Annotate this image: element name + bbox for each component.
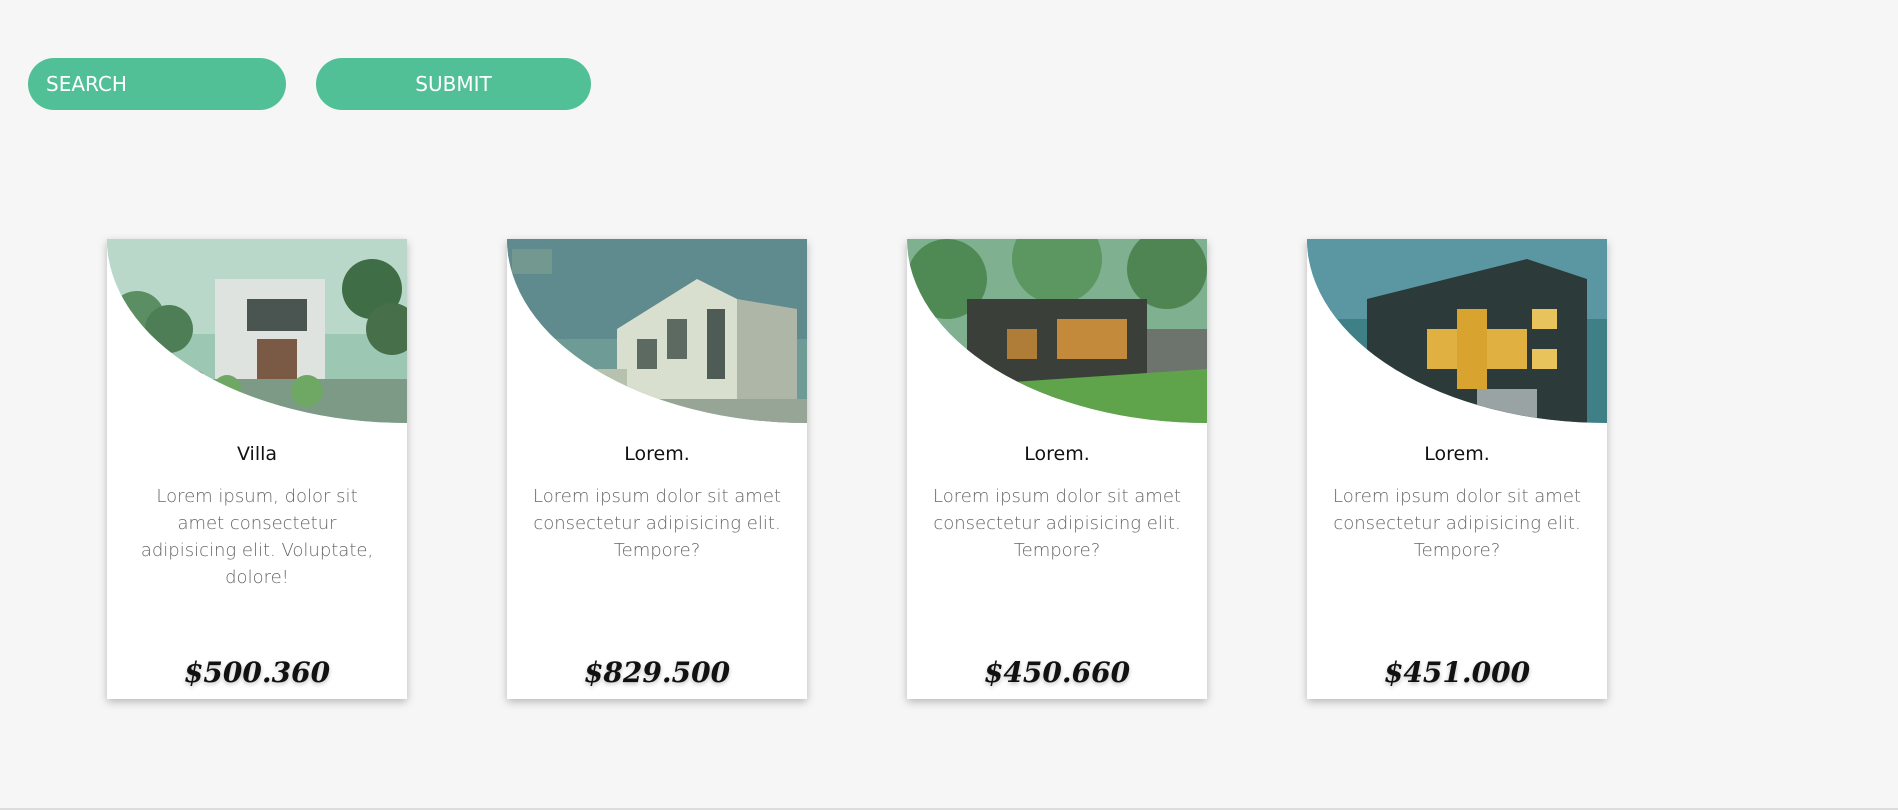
property-card[interactable]: Lorem. Lorem ipsum dolor sit amet consec… [907, 239, 1207, 699]
property-description: Lorem ipsum dolor sit amet consectetur a… [933, 486, 1181, 561]
property-description: Lorem ipsum dolor sit amet consectetur a… [533, 486, 781, 561]
search-input[interactable] [28, 58, 286, 110]
property-card[interactable]: Lorem. Lorem ipsum dolor sit amet consec… [1307, 239, 1607, 699]
property-title: Lorem. [1024, 443, 1090, 465]
property-title: Lorem. [1424, 443, 1490, 465]
property-title: Lorem. [624, 443, 690, 465]
property-card-list: Villa Lorem ipsum, dolor sit amet consec… [107, 239, 1607, 699]
property-description: Lorem ipsum, dolor sit amet consectetur … [140, 486, 374, 588]
submit-button[interactable]: SUBMIT [316, 58, 591, 110]
property-image [507, 239, 807, 423]
property-description: Lorem ipsum dolor sit amet consectetur a… [1333, 486, 1581, 561]
property-card[interactable]: Lorem. Lorem ipsum dolor sit amet consec… [507, 239, 807, 699]
property-price: $450.660 [983, 656, 1131, 689]
property-title: Villa [236, 443, 278, 465]
property-image [107, 239, 407, 423]
property-image [1307, 239, 1607, 423]
property-price: $829.500 [583, 656, 731, 689]
search-bar: SUBMIT [28, 58, 591, 110]
property-card[interactable]: Villa Lorem ipsum, dolor sit amet consec… [107, 239, 407, 699]
property-price: $500.360 [183, 656, 331, 689]
property-price: $451.000 [1383, 656, 1531, 689]
property-image [907, 239, 1207, 423]
